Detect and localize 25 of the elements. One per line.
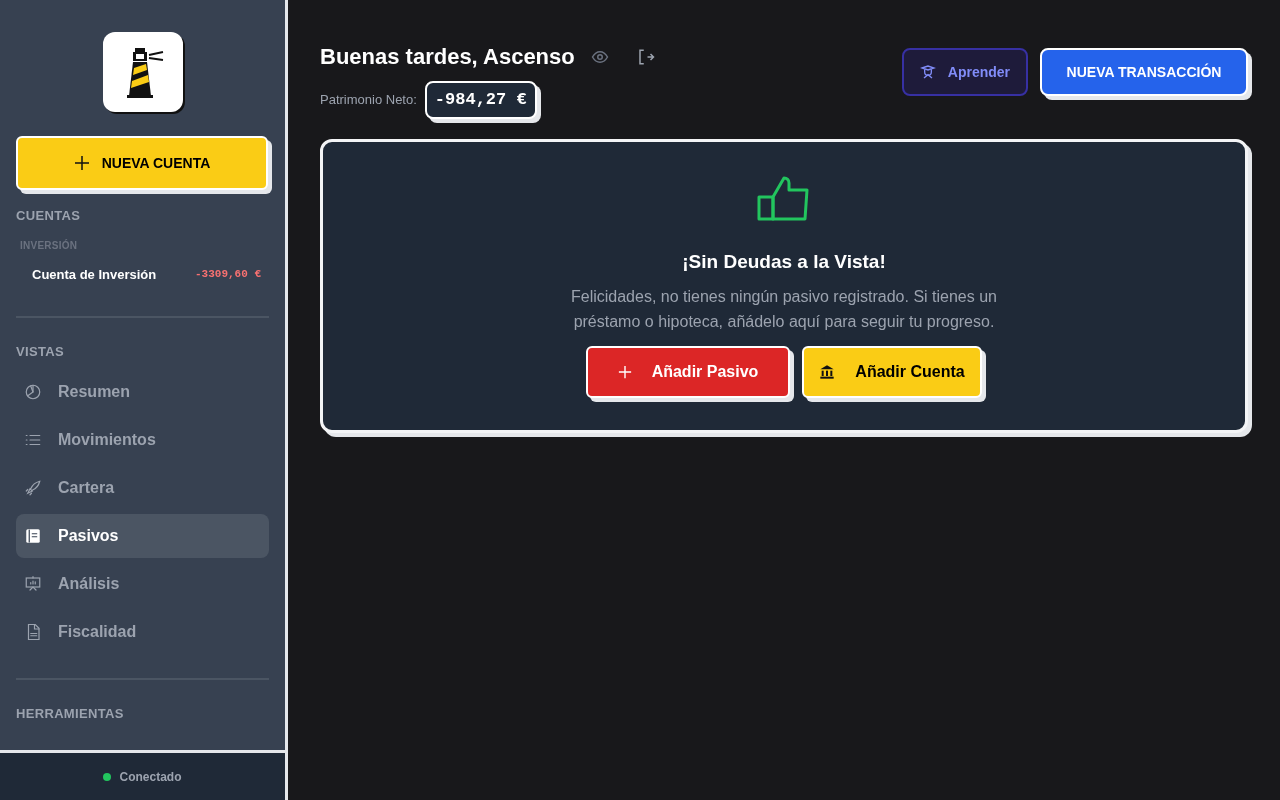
section-heading: HERRAMIENTAS — [16, 704, 125, 723]
nav-item[interactable]: Cartera — [16, 465, 269, 510]
plus-icon — [73, 155, 90, 171]
account-item[interactable]: Cuenta de Inversión -3309,60 € — [16, 264, 269, 284]
greeting-title: Buenas tardes, Ascenso — [320, 43, 575, 71]
chart-board-icon — [24, 574, 42, 593]
nav-item[interactable]: Fiscalidad — [16, 609, 269, 654]
learn-button[interactable]: Aprender — [901, 48, 1028, 96]
nav-item[interactable]: Pasivos — [16, 513, 269, 558]
graduate-icon — [919, 64, 936, 80]
pie-chart-icon — [24, 382, 42, 401]
empty-state-message: Felicidades, no tienes ningún pasivo registrado. Si tienes un préstamo o hipoteca, añádelo aquí para seguir tu progreso. — [569, 287, 998, 332]
bank-icon — [819, 364, 836, 380]
nav-item[interactable]: Resumen — [16, 369, 269, 414]
logout-icon[interactable] — [636, 47, 655, 66]
net-worth-label: Patrimonio Neto: — [320, 91, 417, 109]
section-heading: CUENTAS — [16, 207, 82, 225]
notebook-icon — [24, 526, 42, 545]
plus-icon — [617, 365, 632, 379]
nav-item[interactable]: Análisis — [16, 561, 269, 606]
nav-item[interactable]: Movimientos — [16, 417, 269, 462]
rocket-icon — [24, 478, 42, 497]
connection-status: Conectado — [119, 768, 182, 786]
empty-state-title: ¡Sin Deudas a la Vista! — [682, 249, 886, 274]
section-heading: VISTAS — [16, 343, 65, 361]
